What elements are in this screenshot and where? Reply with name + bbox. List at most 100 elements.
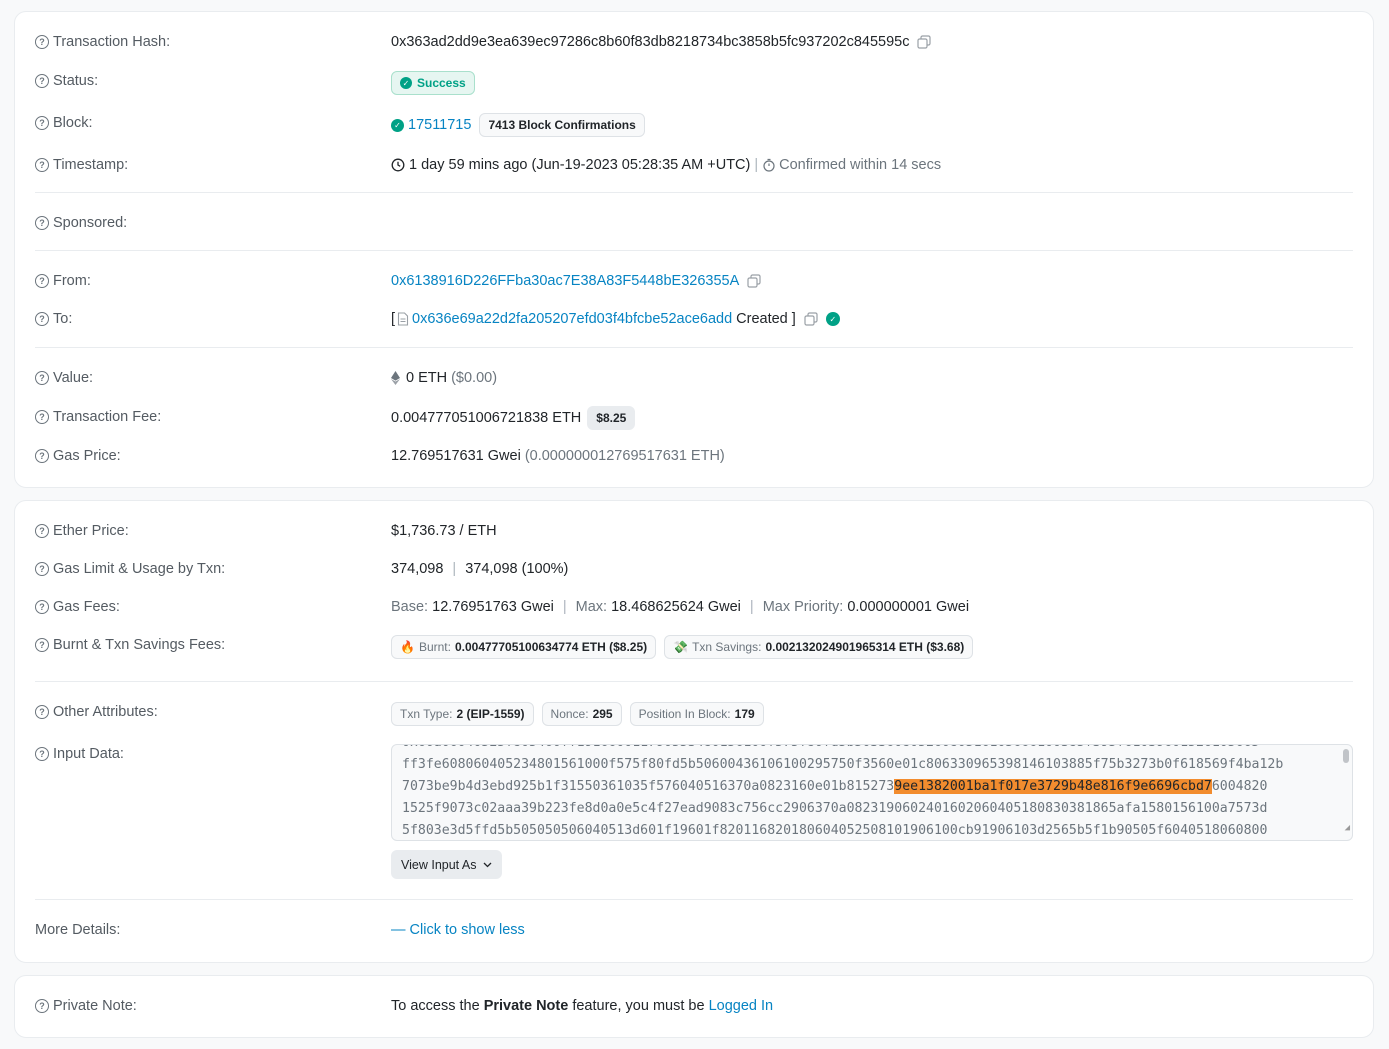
view-input-as-button[interactable]: View Input As <box>391 850 502 879</box>
scrollbar-thumb[interactable] <box>1343 749 1349 763</box>
timestamp-label: Timestamp: <box>53 157 129 173</box>
nonce-badge: Nonce: 295 <box>541 702 622 726</box>
value-eth: 0 ETH <box>406 370 448 386</box>
burnt-savings-label: Burnt & Txn Savings Fees: <box>53 637 226 653</box>
show-less-link[interactable]: — Click to show less <box>391 918 525 942</box>
status-text: Success <box>417 76 466 90</box>
transaction-hash-label: Transaction Hash: <box>53 34 171 50</box>
file-icon <box>397 312 409 326</box>
input-data-textarea[interactable]: 0x60a06040525f805460ff191660011790553480… <box>391 744 1353 841</box>
private-note-card: ? Private Note: To access the Private Not… <box>14 975 1374 1038</box>
row-sponsored: ? Sponsored: <box>35 211 1353 235</box>
max-fee-label: Max: <box>575 599 608 615</box>
ethereum-icon <box>391 371 400 385</box>
verified-check-icon: ✓ <box>825 312 840 326</box>
help-icon[interactable]: ? <box>35 705 49 719</box>
help-icon[interactable]: ? <box>35 600 49 614</box>
confirmed-within-text: Confirmed within 14 secs <box>779 157 942 173</box>
help-icon[interactable]: ? <box>35 562 49 576</box>
help-icon[interactable]: ? <box>35 371 49 385</box>
gas-price-label: Gas Price: <box>53 448 121 464</box>
burnt-key: Burnt: <box>418 640 451 654</box>
value-usd: ($0.00) <box>451 370 498 386</box>
divider <box>35 192 1353 193</box>
help-icon[interactable]: ? <box>35 116 49 130</box>
logged-in-link[interactable]: Logged In <box>709 998 774 1014</box>
row-private-note: ? Private Note: To access the Private Not… <box>35 994 1353 1018</box>
ether-price-label: Ether Price: <box>53 523 129 539</box>
more-details-label: More Details: <box>35 922 121 938</box>
private-note-label: Private Note: <box>53 998 137 1014</box>
chevron-down-icon <box>483 862 491 867</box>
help-icon[interactable]: ? <box>35 999 49 1013</box>
row-transaction-fee: ? Transaction Fee: 0.004777051006721838 E… <box>35 405 1353 430</box>
gas-fees-label: Gas Fees: <box>53 599 120 615</box>
stopwatch-icon <box>763 158 775 172</box>
help-icon[interactable]: ? <box>35 216 49 230</box>
row-timestamp: ? Timestamp: 1 day 59 mins ago (Jun-19-20… <box>35 153 1353 177</box>
help-icon[interactable]: ? <box>35 312 49 326</box>
block-finalized-icon: ✓ <box>391 118 404 132</box>
clock-icon <box>391 158 405 172</box>
gas-limit-label: Gas Limit & Usage by Txn: <box>53 561 226 577</box>
row-block: ? Block: ✓ 17511715 7413 Block Confirmati… <box>35 111 1353 137</box>
transaction-hash-value: 0x363ad2dd9e3ea639ec97286c8b60f83db82187… <box>391 34 910 50</box>
row-gas-fees: ? Gas Fees: Base: 12.76951763 Gwei | Max:… <box>35 595 1353 619</box>
ether-price-value: $1,736.73 / ETH <box>391 523 497 539</box>
resize-handle-icon[interactable]: ◢ <box>1345 817 1350 839</box>
help-icon[interactable]: ? <box>35 449 49 463</box>
bracket-open: [ <box>391 311 396 327</box>
savings-key: Txn Savings: <box>692 640 762 654</box>
input-line: ff3fe608060405234801561000f575f80fd5b506… <box>402 757 1284 772</box>
row-transaction-hash: ? Transaction Hash: 0x363ad2dd9e3ea639ec9… <box>35 30 1353 54</box>
help-icon[interactable]: ? <box>35 410 49 424</box>
gas-price-gwei: 12.769517631 Gwei <box>391 448 521 464</box>
money-icon: 💸 <box>673 640 689 654</box>
block-label: Block: <box>53 115 93 131</box>
from-label: From: <box>53 273 91 289</box>
gas-price-eth: (0.000000012769517631 ETH) <box>524 448 725 464</box>
transaction-fee-label: Transaction Fee: <box>53 409 162 425</box>
txn-type-badge: Txn Type: 2 (EIP-1559) <box>391 702 534 726</box>
max-priority-label: Max Priority: <box>762 599 844 615</box>
copy-icon[interactable] <box>747 274 761 288</box>
help-icon[interactable]: ? <box>35 274 49 288</box>
transaction-fee-eth: 0.004777051006721838 ETH <box>391 410 582 426</box>
check-circle-icon: ✓ <box>400 77 412 89</box>
input-line: 0x60a06040525f805460ff191660011790553480… <box>402 745 1330 754</box>
divider <box>35 681 1353 682</box>
divider <box>35 250 1353 251</box>
help-icon[interactable]: ? <box>35 524 49 538</box>
divider <box>35 899 1353 900</box>
help-icon[interactable]: ? <box>35 638 49 652</box>
help-icon[interactable]: ? <box>35 158 49 172</box>
row-to: ? To: [ 0x636e69a22d2fa205207efd03f4bfcbe… <box>35 307 1353 331</box>
to-contract-link[interactable]: 0x636e69a22d2fa205207efd03f4bfcbe52ace6a… <box>412 311 732 327</box>
transaction-fee-usd-badge: $8.25 <box>587 406 636 430</box>
to-created-text: Created ] <box>736 311 796 327</box>
row-gas-price: ? Gas Price: 12.769517631 Gwei (0.0000000… <box>35 444 1353 468</box>
from-address-link[interactable]: 0x6138916D226FFba30ac7E38A83F5448bE32635… <box>391 273 739 289</box>
value-label: Value: <box>53 370 94 386</box>
timestamp-value: 1 day 59 mins ago (Jun-19-2023 05:28:35 … <box>409 157 751 173</box>
help-icon[interactable]: ? <box>35 74 49 88</box>
row-ether-price: ? Ether Price: $1,736.73 / ETH <box>35 519 1353 543</box>
row-gas-limit: ? Gas Limit & Usage by Txn: 374,098 | 374… <box>35 557 1353 581</box>
help-icon[interactable]: ? <box>35 35 49 49</box>
row-from: ? From: 0x6138916D226FFba30ac7E38A83F5448… <box>35 269 1353 293</box>
copy-icon[interactable] <box>917 35 932 49</box>
block-number-link[interactable]: 17511715 <box>408 117 471 133</box>
status-label: Status: <box>53 73 99 89</box>
copy-icon[interactable] <box>804 312 818 326</box>
row-more-details: More Details: — Click to show less <box>35 918 1353 942</box>
txn-savings-badge: 💸 Txn Savings: 0.002132024901965314 ETH … <box>664 635 974 659</box>
sponsored-label: Sponsored: <box>53 215 128 231</box>
max-fee-value: 18.468625624 Gwei <box>611 599 741 615</box>
position-badge: Position In Block: 179 <box>629 702 764 726</box>
other-attributes-label: Other Attributes: <box>53 704 158 720</box>
status-badge: ✓ Success <box>391 71 475 95</box>
savings-value: 0.002132024901965314 ETH ($3.68) <box>765 640 965 654</box>
row-burnt-savings: ? Burnt & Txn Savings Fees: 🔥 Burnt: 0.00… <box>35 633 1353 659</box>
gas-usage-value: 374,098 (100%) <box>465 561 569 577</box>
row-value: ? Value: 0 ETH ($0.00) <box>35 366 1353 390</box>
